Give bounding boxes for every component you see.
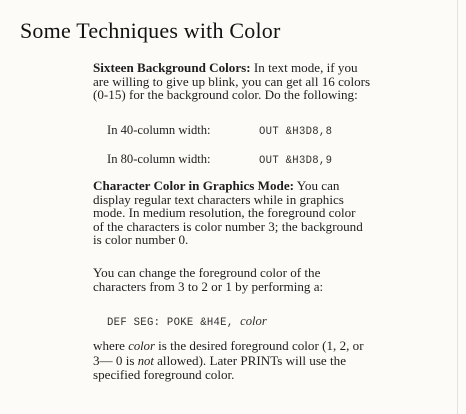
section-heading: Some Techniques with Color [20,18,281,43]
paragraph-background-colors: Sixteen Background Colors: In text mode,… [93,61,433,102]
paragraph-line: (0-15) for the background color. Do the … [93,87,358,103]
paragraph-text: In text mode, if you [250,60,358,75]
paragraph-line: mode. In medium resolution, the foregrou… [93,205,356,221]
paragraph-line: specified foreground color. [93,367,235,383]
inline-variable: color [128,339,155,353]
paragraph-where-color: where color is the desired foreground co… [93,339,433,382]
paragraph-line: of the characters is color number 3; the… [93,218,363,234]
paragraph-line: You can change the foreground color of t… [93,265,321,280]
paragraph-line: characters from 3 to 2 or 1 by performin… [93,278,324,294]
paragraph-line: is color number 0. [93,232,189,248]
paragraph-text: where [93,338,129,353]
paragraph-lead: Sixteen Background Colors: [93,60,251,75]
paragraph-line: are willing to give up blink, you can ge… [93,73,371,89]
paragraph-change-foreground: You can change the foreground color of t… [93,266,433,293]
paragraph-text: is the desired foreground color (1, 2, o… [154,338,364,353]
emphasis-text: not [137,353,154,368]
code-row-label: In 80-column width: [107,152,211,166]
paragraph-line: where color is the desired foreground co… [93,339,433,354]
paragraph-lead: Character Color in Graphics Mode: [93,178,294,193]
paragraph-line: Character Color in Graphics Mode: You ca… [93,179,433,193]
code-snippet: OUT &H3D8,9 [259,155,333,167]
code-row-40-column: In 40-column width: OUT &H3D8,8 [107,123,332,138]
code-variable: color [240,314,267,328]
code-row-80-column: In 80-column width: OUT &H3D8,9 [107,152,332,167]
paragraph-line: display regular text characters while in… [93,191,344,207]
paragraph-text: 3— 0 is [93,352,138,368]
paragraph-text: You can [294,178,340,193]
page-edge-divider [457,0,458,414]
book-page: Some Techniques with Color Sixteen Backg… [0,0,466,414]
code-snippet: DEF SEG: POKE &H4E, [107,317,234,329]
code-poke-line: DEF SEG: POKE &H4E, color [107,314,267,329]
code-row-label: In 40-column width: [107,123,211,137]
paragraph-line: 3— 0 is not allowed). Later PRINTs will … [93,352,433,369]
paragraph-graphics-mode: Character Color in Graphics Mode: You ca… [93,179,433,247]
paragraph-text: allowed). Later PRINTs will use the [153,352,347,368]
paragraph-line: Sixteen Background Colors: In text mode,… [93,61,433,75]
code-snippet: OUT &H3D8,8 [259,126,333,138]
